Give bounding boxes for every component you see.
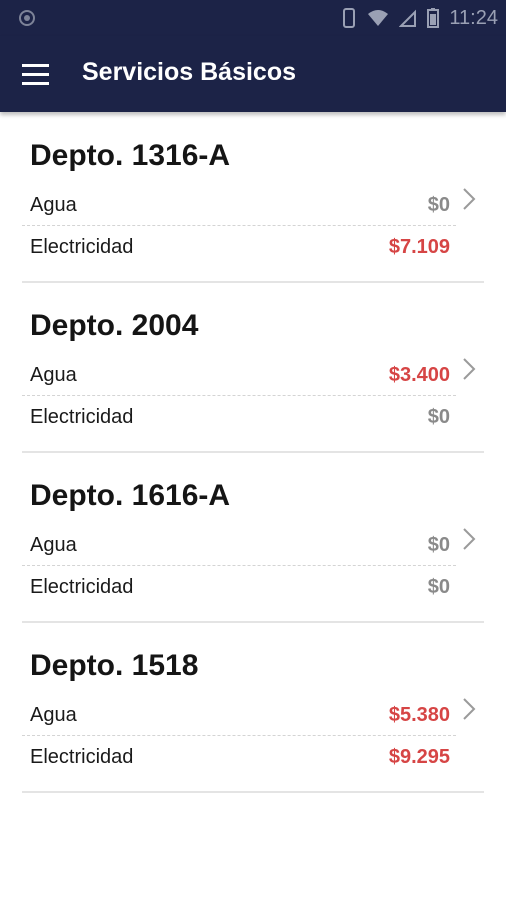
- electricity-row: Electricidad $7.109: [22, 227, 456, 267]
- electricity-label: Electricidad: [30, 235, 134, 258]
- apartment-card[interactable]: Depto. 2004 Agua $3.400 Electricidad $0: [22, 283, 484, 453]
- wifi-icon: [368, 10, 389, 26]
- chevron-right-icon[interactable]: [460, 185, 478, 213]
- electricity-label: Electricidad: [30, 405, 134, 428]
- electricity-row: Electricidad $9.295: [22, 737, 456, 777]
- apartment-card[interactable]: Depto. 1616-A Agua $0 Electricidad $0: [22, 453, 484, 623]
- status-bar: 11:24: [0, 0, 506, 36]
- apartment-card[interactable]: Depto. 1518 Agua $5.380 Electricidad $9.…: [22, 623, 484, 793]
- signal-icon: [399, 9, 417, 27]
- electricity-amount: $9.295: [388, 745, 450, 768]
- hamburger-menu-icon[interactable]: [14, 56, 54, 92]
- app-bar: Servicios Básicos: [0, 36, 506, 112]
- chevron-right-icon[interactable]: [460, 525, 478, 553]
- water-label: Agua: [30, 194, 77, 216]
- water-label: Agua: [30, 364, 77, 386]
- status-time: 11:24: [449, 6, 498, 29]
- electricity-label: Electricidad: [30, 745, 134, 768]
- water-label: Agua: [30, 704, 77, 726]
- apartment-card[interactable]: Depto. 1316-A Agua $0 Electricidad $7.10…: [22, 113, 484, 283]
- water-row: Agua $0: [22, 526, 456, 566]
- chevron-right-icon[interactable]: [460, 355, 478, 383]
- water-amount: $0: [427, 534, 450, 556]
- water-amount: $5.380: [388, 704, 450, 726]
- electricity-row: Electricidad $0: [22, 567, 456, 607]
- electricity-amount: $7.109: [388, 235, 450, 258]
- water-amount: $0: [427, 194, 450, 216]
- water-label: Agua: [30, 534, 77, 556]
- electricity-amount: $0: [427, 405, 450, 428]
- chevron-right-icon[interactable]: [460, 695, 478, 723]
- battery-icon: [427, 8, 440, 28]
- page-title: Servicios Básicos: [82, 58, 297, 86]
- electricity-amount: $0: [427, 575, 450, 598]
- electricity-label: Electricidad: [30, 575, 134, 598]
- apartment-list: Depto. 1316-A Agua $0 Electricidad $7.10…: [0, 113, 506, 793]
- apartment-name: Depto. 1518: [30, 649, 199, 682]
- vibrate-icon: [343, 8, 356, 28]
- water-row: Agua $3.400: [22, 356, 456, 396]
- water-amount: $3.400: [388, 364, 450, 386]
- electricity-row: Electricidad $0: [22, 397, 456, 437]
- apartment-name: Depto. 2004: [30, 309, 199, 342]
- android-debug-icon: [19, 10, 35, 26]
- water-row: Agua $5.380: [22, 696, 456, 736]
- water-row: Agua $0: [22, 186, 456, 226]
- apartment-name: Depto. 1616-A: [30, 479, 231, 512]
- apartment-name: Depto. 1316-A: [30, 139, 231, 172]
